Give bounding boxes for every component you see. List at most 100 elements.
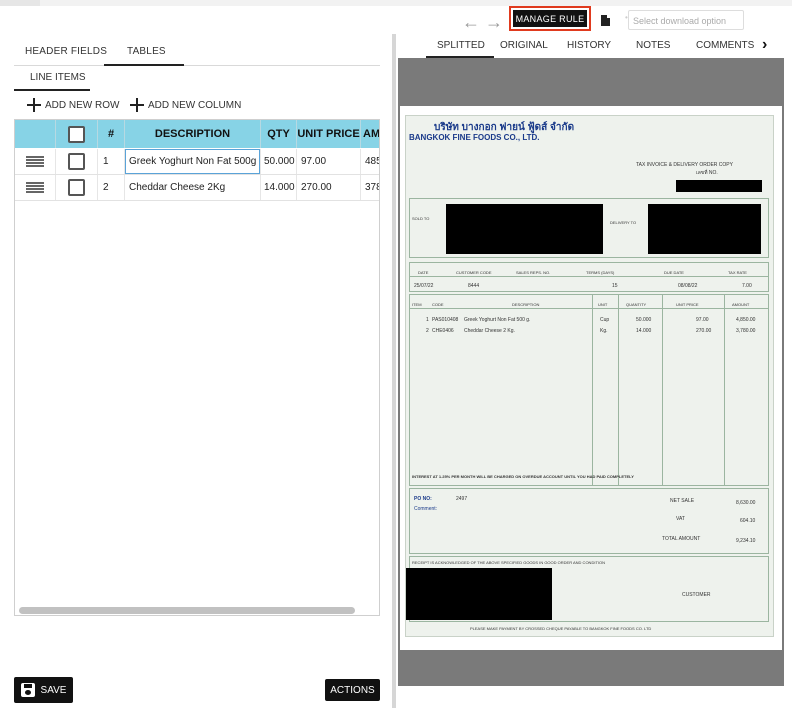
row-checkbox[interactable]: [68, 179, 85, 196]
comment-label: Comment:: [414, 506, 438, 512]
arrow-right-icon[interactable]: →: [485, 12, 503, 33]
cheque-note: PLEASE MAKE PAYMENT BY CROSSED CHEQUE PA…: [470, 626, 652, 631]
row-drag-handle[interactable]: [15, 175, 56, 200]
row-description[interactable]: Cheddar Cheese 2Kg: [125, 175, 261, 200]
tab-original[interactable]: ORIGINAL: [500, 40, 548, 51]
value-due-date: 08/08/22: [678, 283, 698, 289]
tab-line-items-underline: [14, 89, 90, 91]
add-new-column-button[interactable]: ADD NEW COLUMN: [130, 96, 241, 114]
label-unit-price: UNIT PRICE: [676, 302, 699, 307]
po-value: 2497: [456, 496, 468, 502]
line-table-box: [409, 294, 769, 486]
tab-line-items[interactable]: LINE ITEMS: [30, 72, 86, 83]
info-box: [409, 262, 769, 292]
net-sale-label: NET SALE: [670, 498, 695, 504]
horizontal-scrollbar[interactable]: [19, 607, 355, 614]
download-option-select[interactable]: Select download option: [628, 10, 744, 30]
line-2-unit: Kg.: [600, 328, 608, 334]
right-panel: ← → MANAGE RULE • Select download option…: [396, 0, 792, 708]
interest-note: INTEREST AT 1.25% PER MONTH WILL BE CHAR…: [412, 474, 634, 479]
row-select-cell: [56, 149, 98, 174]
total-value: 9,234.10: [736, 538, 756, 544]
manage-rule-highlight: MANAGE RULE: [509, 6, 591, 31]
receipt-note: RECEIPT IS ACKNOWLEDGED OF THE ABOVE SPE…: [412, 560, 605, 565]
save-icon: [20, 683, 35, 697]
viewer-tabs: SPLITTED ORIGINAL HISTORY NOTES COMMENTS…: [396, 34, 792, 58]
line-2-item: 2: [426, 328, 429, 334]
vat-value: 604.10: [740, 518, 756, 524]
left-panel: HEADER FIELDS TABLES LINE ITEMS ADD NEW …: [0, 0, 392, 708]
add-new-row-button[interactable]: ADD NEW ROW: [27, 96, 119, 114]
manage-rule-button[interactable]: MANAGE RULE: [513, 10, 587, 27]
row-select-cell: [56, 175, 98, 200]
actions-button[interactable]: ACTIONS: [325, 679, 380, 701]
header-num[interactable]: #: [98, 120, 125, 148]
sold-to-label: SOLD TO: [412, 216, 430, 221]
label-terms: TERMS (DAYS): [586, 270, 615, 275]
save-button[interactable]: SAVE: [14, 677, 73, 703]
label-sales-rep: SALES REPS. NO.: [516, 270, 551, 275]
redaction: [446, 204, 603, 254]
redaction: [676, 180, 762, 192]
label-amount: AMOUNT: [732, 302, 750, 307]
chevron-right-icon[interactable]: ›: [762, 36, 767, 54]
document-download-icon[interactable]: [601, 15, 610, 26]
line-2-qty: 14.000: [636, 328, 652, 334]
header-description[interactable]: DESCRIPTION: [125, 120, 261, 148]
invoice-scan: บริษัท บางกอก ฟายน์ ฟู้ดส์ จำกัด BANGKOK…: [405, 115, 774, 637]
row-amount[interactable]: 378: [361, 175, 379, 200]
save-label: SAVE: [40, 684, 67, 696]
row-description-cell[interactable]: Greek Yoghurt Non Fat 500g: [125, 149, 261, 174]
line-1-amount: 4,850.00: [736, 317, 756, 323]
add-new-row-label: ADD NEW ROW: [45, 99, 120, 111]
tab-header-fields[interactable]: HEADER FIELDS: [25, 46, 107, 57]
drag-handle-icon: [26, 155, 44, 168]
drag-handle-icon: [26, 181, 44, 194]
tab-tables[interactable]: TABLES: [127, 46, 166, 57]
delivery-to-label: DELIVERY TO: [610, 220, 637, 225]
field-tabs: HEADER FIELDS TABLES: [14, 40, 380, 66]
net-sale-value: 8,630.00: [736, 500, 756, 506]
line-1-qty: 50.000: [636, 317, 652, 323]
select-all-checkbox[interactable]: [68, 125, 85, 143]
tab-comments[interactable]: COMMENTS: [696, 40, 754, 51]
table-row[interactable]: 1 Greek Yoghurt Non Fat 500g 50.000 97.0…: [15, 149, 379, 175]
row-num: 1: [98, 149, 125, 174]
redaction: [406, 568, 552, 620]
value-tax-rate: 7.00: [742, 283, 752, 289]
header-amount[interactable]: AMO: [361, 120, 379, 148]
customer-label: CUSTOMER: [682, 592, 711, 598]
tab-notes[interactable]: NOTES: [636, 40, 670, 51]
doc-no-label: เลขที่ NO.: [696, 170, 718, 176]
tab-splitted[interactable]: SPLITTED: [437, 40, 485, 51]
label-description: DESCRIPTION: [512, 302, 540, 307]
row-checkbox[interactable]: [68, 153, 85, 170]
line-1-item: 1: [426, 317, 429, 323]
row-unit-price[interactable]: 97.00: [297, 149, 361, 174]
description-input[interactable]: Greek Yoghurt Non Fat 500g: [125, 149, 260, 174]
row-drag-handle[interactable]: [15, 149, 56, 174]
row-qty[interactable]: 14.000: [261, 175, 297, 200]
line-1-unit: Cup: [600, 317, 610, 323]
add-new-column-label: ADD NEW COLUMN: [148, 99, 242, 111]
label-code: CODE: [432, 302, 444, 307]
label-quantity: QUANTITY: [626, 302, 647, 307]
header-unit-price[interactable]: UNIT PRICE: [297, 120, 361, 148]
label-item: ITEM: [412, 302, 422, 307]
arrow-left-icon[interactable]: ←: [462, 12, 480, 33]
row-qty[interactable]: 50.000: [261, 149, 297, 174]
line-2-desc: Cheddar Cheese 2 Kg.: [464, 328, 515, 334]
po-label: PO NO:: [414, 496, 432, 502]
row-num: 2: [98, 175, 125, 200]
line-1-price: 97.00: [696, 317, 709, 323]
tab-history[interactable]: HISTORY: [567, 40, 611, 51]
value-date: 25/07/22: [414, 283, 434, 289]
line-items-grid: # DESCRIPTION QTY UNIT PRICE AMO 1 Greek…: [14, 119, 380, 616]
row-unit-price[interactable]: 270.00: [297, 175, 361, 200]
header-qty[interactable]: QTY: [261, 120, 297, 148]
label-tax-rate: TAX RATE: [728, 270, 747, 275]
table-row[interactable]: 2 Cheddar Cheese 2Kg 14.000 270.00 378: [15, 175, 379, 201]
row-amount[interactable]: 485: [361, 149, 379, 174]
line-2-price: 270.00: [696, 328, 712, 334]
plus-icon: [130, 98, 144, 112]
